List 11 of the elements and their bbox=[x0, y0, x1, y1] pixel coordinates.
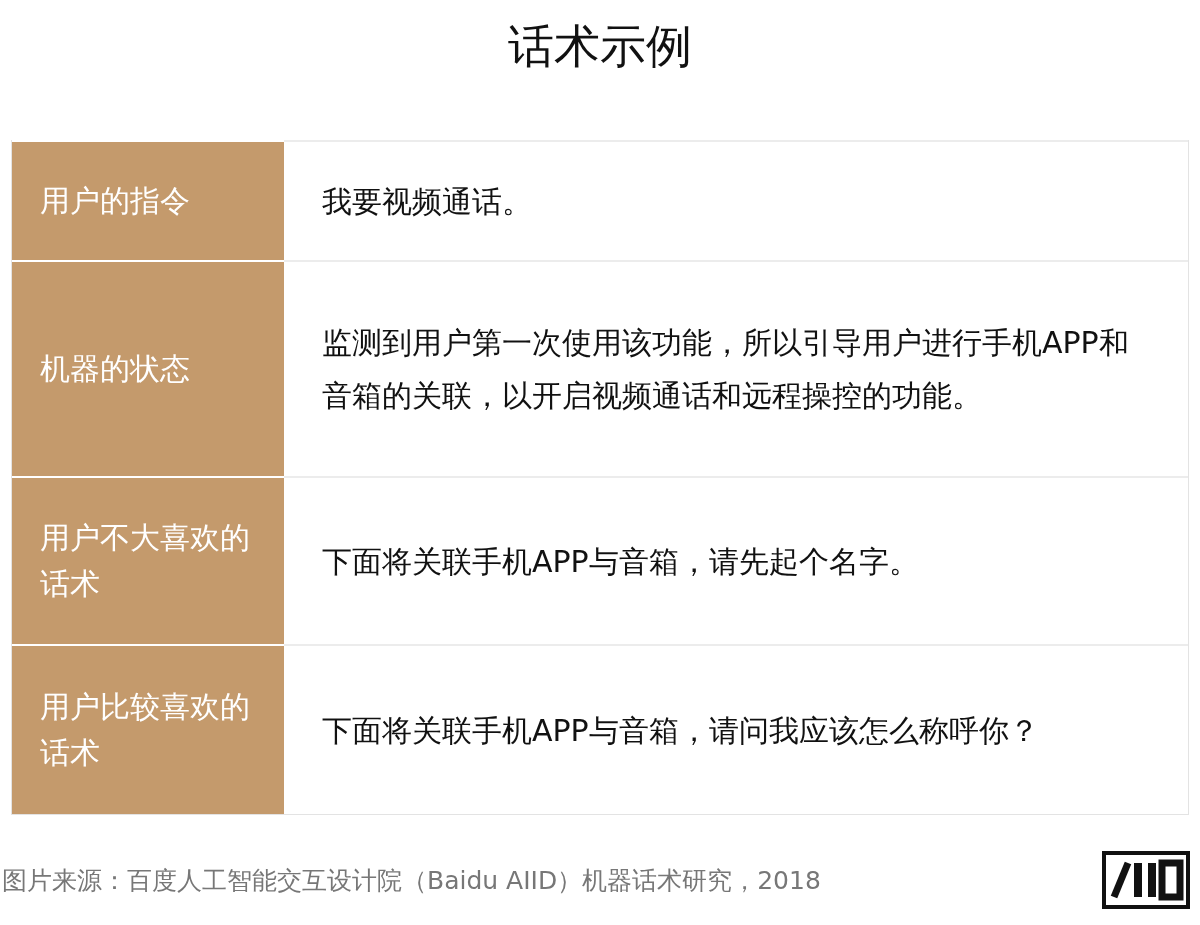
table-cell: 下面将关联手机APP与音箱，请问我应该怎么称呼你？ bbox=[284, 644, 1188, 814]
page-title: 话术示例 bbox=[508, 18, 692, 75]
logo-icon bbox=[1102, 851, 1190, 909]
table-cell: 下面将关联手机APP与音箱，请先起个名字。 bbox=[284, 476, 1188, 644]
source-caption: 图片来源：百度人工智能交互设计院（Baidu AIID）机器话术研究，2018 bbox=[1, 864, 821, 897]
row-label: 用户的指令 bbox=[12, 140, 284, 260]
row-label: 用户比较喜欢的话术 bbox=[12, 644, 284, 814]
row-label: 用户不大喜欢的话术 bbox=[12, 476, 284, 644]
table-cell: 我要视频通话。 bbox=[284, 140, 1188, 260]
table-cell: 监测到用户第一次使用该功能，所以引导用户进行手机APP和音箱的关联，以开启视频通话和远程操控的功能。 bbox=[284, 260, 1188, 476]
row-label: 机器的状态 bbox=[12, 260, 284, 476]
